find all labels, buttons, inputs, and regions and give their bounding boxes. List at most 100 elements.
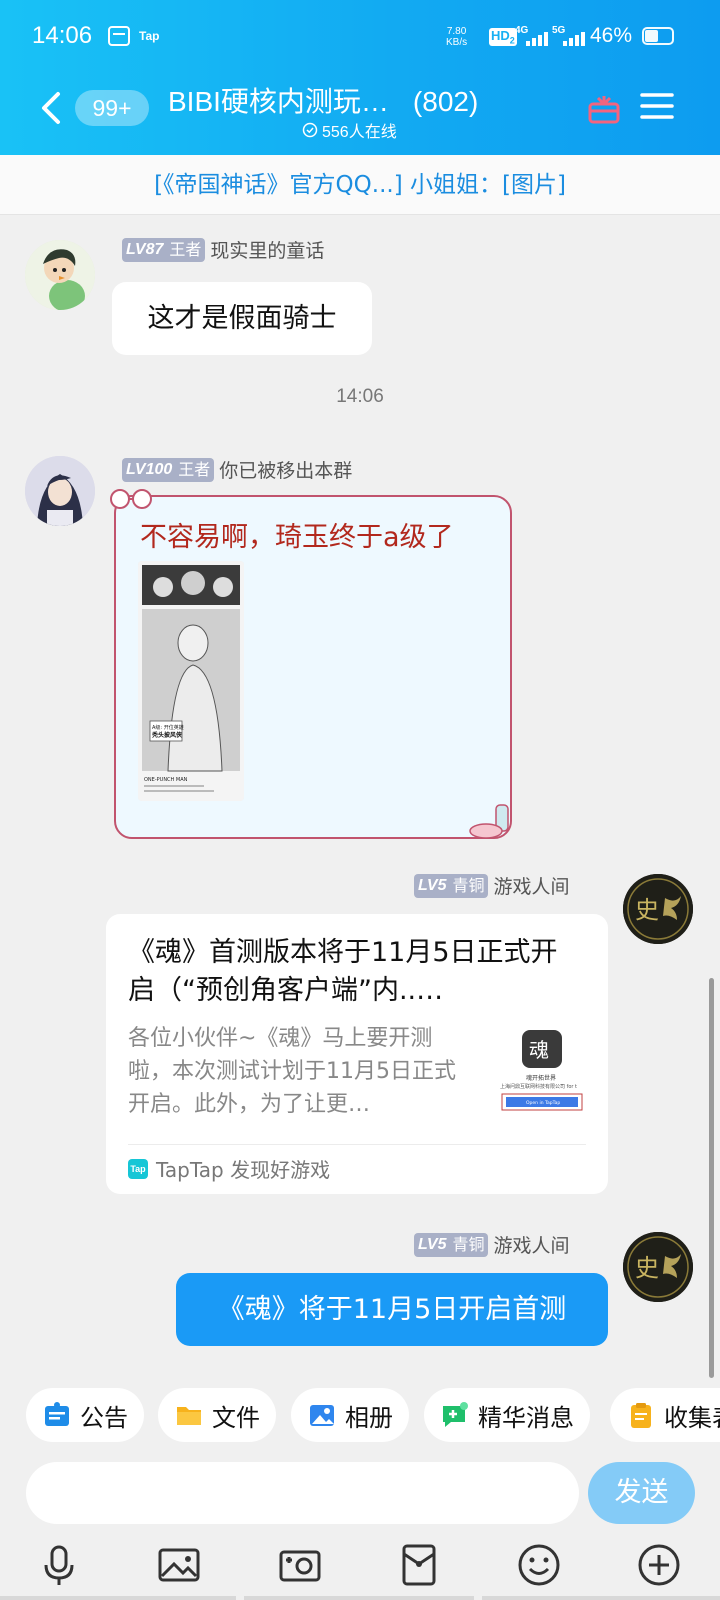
group-name: BIBI硬核内测玩…	[168, 86, 389, 117]
scrollbar[interactable]	[709, 978, 714, 1378]
level-text: LV87	[122, 237, 168, 262]
gift-icon[interactable]	[586, 90, 622, 126]
taptap-logo-icon: Tap	[128, 1158, 148, 1179]
card-divider	[128, 1144, 586, 1145]
thumbnail-line-1: 魂开拓世界	[526, 1074, 556, 1082]
message-text: 不容易啊，琦玉终于a级了	[140, 522, 454, 553]
quick-action-announcement[interactable]: 公告	[26, 1388, 144, 1442]
online-check-icon	[302, 122, 318, 138]
sender-meta: LV87 王者 现实里的童话	[122, 236, 324, 263]
level-text: LV5	[414, 873, 451, 898]
game-thumbnail-image: 魂 魂开拓世界 上海问鼎互联网科技有限公司 for t Open in TapT…	[496, 1026, 588, 1116]
hd-sub: 2	[509, 35, 515, 46]
red-packet-icon[interactable]	[396, 1542, 442, 1588]
pinned-notice[interactable]: [《帝国神话》官方QQ...] 小姐姐：[图片]	[0, 155, 720, 215]
manga-panel-image: A级: 开位英雄 秃头披风侠 ONE-PUNCH MAN	[138, 561, 244, 801]
status-time: 14:06	[32, 22, 93, 49]
group-title[interactable]: BIBI硬核内测玩… (802)	[168, 80, 558, 120]
quick-action-files[interactable]: 文件	[158, 1388, 276, 1442]
sender-meta: LV100 王者 你已被移出本群	[122, 456, 352, 483]
thumbnail-button: Open in TapTap	[526, 1100, 560, 1106]
themed-message-bubble[interactable]: 不容易啊，琦玉终于a级了 A级: 开位英雄 秃头披风侠 ONE-PUNCH MA…	[110, 489, 512, 839]
back-arrow-icon[interactable]	[36, 88, 64, 128]
sender-name[interactable]: 游戏人间	[493, 876, 569, 898]
member-count: (802)	[412, 86, 479, 117]
quick-actions-bar: 公告 文件 相册 精华消息 收集表	[0, 1378, 720, 1458]
hd-label: HD	[491, 28, 510, 43]
rank-text: 青铜	[450, 1232, 489, 1257]
avatar-image	[25, 240, 95, 310]
battery-fill	[645, 30, 658, 42]
sender-name[interactable]: 你已被移出本群	[219, 460, 352, 482]
rank-text: 王者	[176, 457, 215, 482]
gesture-bar	[0, 1596, 236, 1600]
status-bar: 14:06 Tap 7.80 KB/s HD2 4G 5G 46%	[0, 0, 720, 76]
bottom-toolbar	[0, 1530, 720, 1600]
quick-action-label: 公告	[80, 1403, 128, 1432]
level-badge: LV87 王者	[122, 237, 206, 262]
battery-icon	[642, 27, 674, 45]
online-count: 556人在线	[322, 124, 397, 141]
message-timestamp: 14:06	[336, 386, 384, 407]
manga-footer: ONE-PUNCH MAN	[144, 777, 188, 783]
level-badge: LV5 青铜	[414, 1232, 489, 1257]
folder-icon	[177, 1407, 201, 1425]
thumbnail-logo-text: 魂	[529, 1038, 549, 1062]
network-speed-unit: KB/s	[446, 37, 468, 48]
avatar[interactable]	[25, 456, 95, 526]
avatar-image	[25, 456, 95, 526]
gesture-bar	[482, 1596, 720, 1600]
avatar[interactable]: 史	[623, 1232, 693, 1302]
message-input[interactable]	[26, 1462, 579, 1524]
featured-message-icon	[443, 1402, 468, 1427]
manga-caption-1: A级: 开位英雄	[152, 724, 184, 731]
sender-name[interactable]: 游戏人间	[493, 1235, 569, 1257]
rank-text: 王者	[167, 237, 206, 262]
header-bar: 14:06 Tap 7.80 KB/s HD2 4G 5G 46% 99+ BI…	[0, 0, 720, 155]
camera-icon[interactable]	[277, 1542, 323, 1588]
plus-icon[interactable]	[636, 1542, 682, 1588]
unread-count-badge[interactable]: 99+	[75, 90, 149, 126]
clipboard-icon	[631, 1403, 651, 1428]
quick-action-label: 文件	[212, 1403, 260, 1432]
network-speed: 7.80 KB/s	[446, 26, 467, 48]
share-card-title: 《魂》首测版本将于11月5日正式开启（“预创角客户端”内..…	[128, 937, 558, 1006]
sender-meta: LV5 青铜 游戏人间	[414, 1231, 570, 1258]
gesture-bar	[244, 1596, 474, 1600]
message-bubble[interactable]: 这才是假面骑士	[112, 282, 372, 355]
manga-caption-2: 秃头披风侠	[151, 731, 183, 739]
quick-action-collection-form[interactable]: 收集表	[610, 1388, 720, 1442]
avatar-glyph: 史	[635, 1254, 659, 1282]
share-card-description: 各位小伙伴~《魂》马上要开测啦，本次测试计划于11月5日正式开启。此外，为了让更…	[128, 1026, 456, 1117]
level-text: LV100	[122, 457, 177, 482]
glasses-decoration-icon	[110, 489, 152, 509]
send-button[interactable]: 发送	[588, 1462, 695, 1524]
avatar-image: 史	[623, 1232, 693, 1302]
avatar[interactable]: 史	[623, 874, 693, 944]
thumbnail-line-2: 上海问鼎互联网科技有限公司 for t	[500, 1083, 577, 1090]
share-card[interactable]: 《魂》首测版本将于11月5日正式开启（“预创角客户端”内..… 各位小伙伴~《魂…	[106, 914, 608, 1194]
my-message-bubble[interactable]: 《魂》将于11月5日开启首测	[176, 1273, 608, 1346]
avatar[interactable]	[25, 240, 95, 310]
rank-text: 青铜	[450, 873, 489, 898]
menu-icon[interactable]	[640, 92, 674, 120]
quick-action-label: 精华消息	[478, 1403, 574, 1432]
share-card-source: Tap TapTap 发现好游戏	[128, 1154, 330, 1183]
taptap-notification-icon: Tap	[139, 29, 160, 43]
avatar-glyph: 史	[635, 896, 659, 924]
share-card-source-text: TapTap 发现好游戏	[156, 1158, 331, 1182]
quick-action-album[interactable]: 相册	[291, 1388, 409, 1442]
image-icon[interactable]	[156, 1542, 202, 1588]
quick-action-featured[interactable]: 精华消息	[424, 1388, 590, 1442]
sender-name[interactable]: 现实里的童话	[210, 240, 324, 262]
announcement-icon	[45, 1402, 69, 1426]
quick-action-label: 相册	[345, 1403, 393, 1432]
message-image[interactable]: A级: 开位英雄 秃头披风侠 ONE-PUNCH MAN	[138, 561, 244, 801]
level-badge: LV100 王者	[122, 457, 215, 482]
network-speed-value: 7.80	[446, 26, 467, 37]
emoji-icon[interactable]	[516, 1542, 562, 1588]
microphone-icon[interactable]	[36, 1542, 82, 1588]
signal-bars-icon	[563, 30, 585, 46]
hd-voice-icon: HD2	[489, 28, 517, 46]
album-icon	[310, 1405, 334, 1426]
